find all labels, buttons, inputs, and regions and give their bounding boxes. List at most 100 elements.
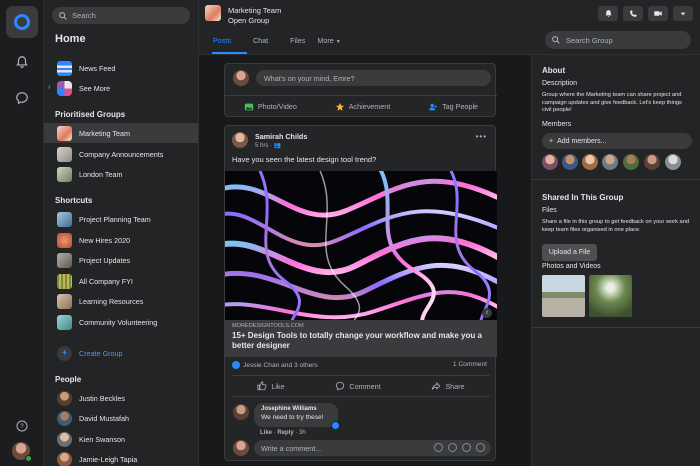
member-avatar[interactable]: [644, 154, 660, 170]
reactions-summary[interactable]: Jessie Chan and 3 others: [232, 361, 318, 369]
member-avatar[interactable]: [623, 154, 639, 170]
video-call-button[interactable]: [648, 6, 668, 21]
shortcut-project-updates[interactable]: Project Updates: [44, 250, 198, 270]
nav-item-see-more[interactable]: See More: [44, 78, 198, 98]
post-author[interactable]: Samirah Childs: [255, 132, 307, 141]
achievement-button[interactable]: Achievement: [335, 102, 390, 112]
share-button[interactable]: Share: [431, 381, 465, 391]
home-title: Home: [55, 33, 86, 45]
shared-photo[interactable]: [589, 275, 632, 317]
photo-video-button[interactable]: Photo/Video: [244, 102, 297, 112]
group-search-input[interactable]: Search Group: [566, 36, 613, 45]
shortcut-project-planning-team[interactable]: Project Planning Team: [44, 209, 198, 229]
shortcut-new-hires-2020[interactable]: New Hires 2020: [44, 230, 198, 250]
reactions-text: Jessie Chan and 3 others: [243, 361, 318, 369]
comment-like-link[interactable]: Like: [260, 430, 272, 436]
group-item-london-team[interactable]: London Team: [44, 164, 198, 184]
nav-item-news-feed[interactable]: News Feed: [44, 58, 198, 78]
person-justin-beckles[interactable]: Justin Beckles: [44, 388, 198, 408]
link-domain: MOREDESIGNTOOLS.COM: [232, 323, 304, 329]
comment-bubble: Josephine Williams We need to try these!: [254, 403, 338, 427]
member-avatar[interactable]: [602, 154, 618, 170]
shortcut-label: New Hires 2020: [79, 235, 131, 245]
add-members-button[interactable]: + Add members...: [542, 133, 692, 149]
files-help-text: Share a file in this group to get feedba…: [542, 219, 690, 233]
shortcut-all-company-fyi[interactable]: All Company FYI: [44, 271, 198, 291]
member-avatar[interactable]: [542, 154, 558, 170]
link-preview[interactable]: MOREDESIGNTOOLS.COM 15+ Design Tools to …: [225, 320, 497, 357]
comment-author[interactable]: Josephine Williams: [261, 406, 331, 412]
link-title: 15+ Design Tools to totally change your …: [232, 331, 482, 350]
shortcut-community-volunteering[interactable]: Community Volunteering: [44, 312, 198, 332]
share-label: Share: [445, 381, 465, 391]
sticker-icon[interactable]: [476, 443, 485, 452]
notifications-button[interactable]: [598, 6, 618, 21]
info-icon[interactable]: i: [482, 308, 492, 318]
group-header-thumbnail: [205, 5, 221, 21]
write-comment-placeholder: Write a comment...: [261, 443, 322, 453]
photo-icon: [244, 103, 254, 110]
notifications-bell-icon[interactable]: [12, 52, 32, 72]
comment-icon: [336, 381, 345, 391]
tab-more-label: More: [317, 36, 334, 45]
comment-author-avatar[interactable]: [233, 404, 249, 420]
person-kien-swanson[interactable]: Kien Swanson: [44, 429, 198, 449]
comments-count[interactable]: 1 Comment: [453, 361, 487, 368]
shared-photo[interactable]: [542, 275, 585, 317]
nav-item-label: News Feed: [79, 63, 116, 73]
help-icon[interactable]: ?: [12, 416, 32, 436]
person-name: Kien Swanson: [79, 434, 125, 444]
group-options-button[interactable]: [673, 6, 693, 21]
comment-reply-link[interactable]: Reply: [277, 430, 293, 436]
person-jamie-leigh-tapia[interactable]: Jamie-Leigh Tapia: [44, 449, 198, 466]
call-button[interactable]: [623, 6, 643, 21]
tab-more[interactable]: More ▼: [317, 36, 340, 45]
chat-icon[interactable]: [12, 88, 32, 108]
search-icon: [552, 36, 560, 44]
panel-divider: [532, 179, 700, 180]
person-name: David Mustafah: [79, 413, 129, 423]
create-group-button[interactable]: + Create Group: [44, 343, 198, 363]
shared-title: Shared In This Group: [542, 193, 624, 202]
comment-button[interactable]: Comment: [335, 381, 381, 391]
upload-file-button[interactable]: Upload a File: [542, 244, 597, 261]
like-button[interactable]: Like: [257, 381, 285, 391]
group-tabs: Posts Chat Files More ▼: [213, 36, 363, 45]
people-title: People: [55, 375, 82, 384]
workplace-logo[interactable]: [6, 6, 38, 38]
app-rail: ?: [0, 0, 44, 466]
comment-like-reaction-icon: [331, 421, 340, 430]
search-input[interactable]: Search: [72, 11, 96, 20]
group-name[interactable]: Marketing Team: [228, 6, 281, 15]
member-avatar[interactable]: [562, 154, 578, 170]
chevron-right-icon: ›: [48, 84, 51, 91]
group-item-label: London Team: [79, 169, 123, 179]
camera-icon[interactable]: [448, 443, 457, 452]
member-avatar[interactable]: [665, 154, 681, 170]
search-box[interactable]: Search: [52, 7, 190, 24]
group-thumbnail: [57, 166, 72, 182]
tab-files[interactable]: Files: [290, 36, 305, 45]
like-label: Like: [271, 381, 285, 391]
member-avatar[interactable]: [582, 154, 598, 170]
tab-chat[interactable]: Chat: [253, 36, 268, 45]
group-item-company-announcements[interactable]: Company Announcements: [44, 144, 198, 164]
post-author-avatar[interactable]: [232, 132, 248, 148]
tag-people-button[interactable]: Tag People: [428, 102, 478, 112]
shortcut-learning-resources[interactable]: Learning Resources: [44, 291, 198, 311]
news-feed-icon: [57, 60, 72, 76]
tab-posts[interactable]: Posts: [213, 36, 231, 45]
gif-icon[interactable]: [462, 443, 471, 452]
group-item-marketing-team[interactable]: Marketing Team: [44, 123, 198, 143]
write-comment-input[interactable]: Write a comment...: [254, 440, 491, 456]
group-search-box[interactable]: Search Group: [545, 31, 691, 49]
post-options-icon[interactable]: •••: [476, 132, 487, 141]
person-david-mustafah[interactable]: David Mustafah: [44, 408, 198, 428]
post-link-image[interactable]: i: [225, 171, 497, 320]
shortcut-label: Project Updates: [79, 255, 131, 265]
group-thumbnail: [57, 232, 72, 248]
write-comment-avatar: [233, 440, 249, 456]
composer-input[interactable]: What's on your mind, Emre?: [256, 70, 491, 86]
emoji-icon[interactable]: [434, 443, 443, 452]
members-audience-icon: 👥: [273, 143, 282, 149]
